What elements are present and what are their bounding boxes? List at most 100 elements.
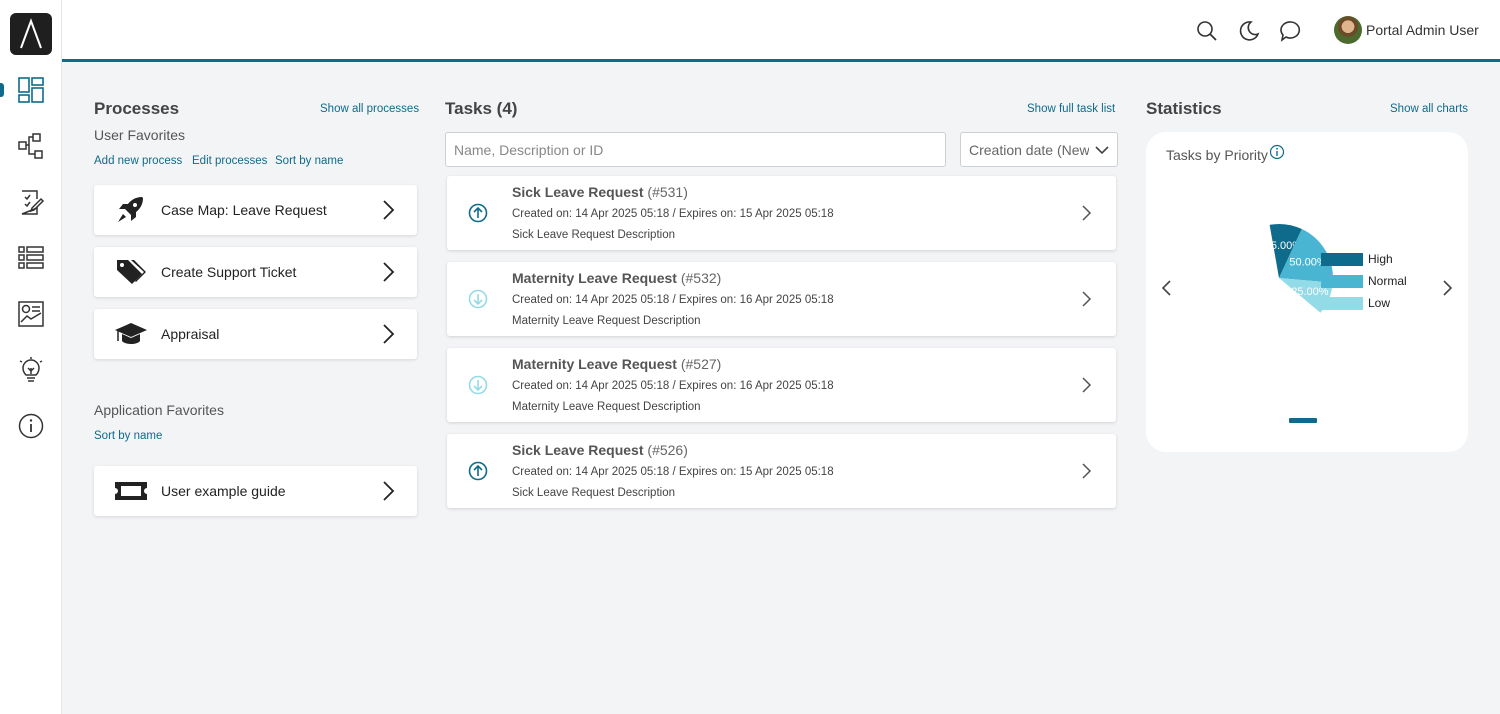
ticket-icon [115,482,147,500]
legend-label: Low [1368,296,1391,310]
priority-high-icon [468,461,488,481]
task-title: Sick Leave Request [512,442,644,458]
moon-icon [1239,21,1260,41]
task-description: Maternity Leave Request Description [512,315,701,327]
task-id: (#527) [680,356,722,372]
task-dates: Created on: 14 Apr 2025 05:18 / Expires … [512,208,834,220]
process-card-support-ticket[interactable]: Create Support Ticket [94,247,417,297]
lightbulb-icon [19,357,43,382]
search-button[interactable] [1195,19,1219,43]
task-description: Maternity Leave Request Description [512,401,701,413]
add-new-process-link[interactable]: Add new process [94,155,182,167]
task-sort-select[interactable]: Creation date (Newest first) [960,132,1118,167]
legend-swatch [1321,252,1363,266]
cases-icon [18,246,44,269]
user-menu[interactable]: Portal Admin User [1334,16,1479,44]
chevron-right-icon [1082,205,1092,221]
legend-swatch [1321,296,1363,310]
task-name: Maternity Leave Request (#532) [512,270,721,286]
edit-processes-link[interactable]: Edit processes [192,155,267,167]
task-card[interactable]: Maternity Leave Request (#532) Created on… [447,262,1116,336]
priority-low-icon [468,289,488,309]
chevron-right-icon [383,481,395,501]
chat-button[interactable] [1279,19,1303,43]
tags-icon [117,260,146,284]
application-favorites-heading: Application Favorites [94,402,224,418]
show-full-task-list-link[interactable]: Show full task list [1027,103,1115,115]
legend-label: High [1368,252,1393,266]
sidebar-item-about[interactable] [0,406,62,446]
user-name: Portal Admin User [1366,22,1479,38]
task-name: Sick Leave Request (#531) [512,184,688,200]
sidebar-item-processes[interactable] [0,126,62,166]
chevron-down-icon [1095,146,1109,155]
sidebar-item-ideas[interactable] [0,350,62,390]
dashboard-icon [18,77,44,103]
rocket-icon [118,197,143,222]
top-header: Portal Admin User [62,0,1500,62]
avatar [1334,16,1362,44]
chat-bubble-icon [1280,21,1301,42]
chevron-right-icon[interactable] [1440,278,1454,298]
app-sort-by-name-link[interactable]: Sort by name [94,430,162,442]
info-circle-icon [18,413,44,439]
process-card-appraisal[interactable]: Appraisal [94,309,417,359]
task-title: Sick Leave Request [512,184,644,200]
priority-low-icon [468,375,488,395]
sidebar-item-cases[interactable] [0,238,62,278]
graduation-cap-icon [115,323,147,344]
processes-icon [18,133,43,159]
chevron-right-icon [383,200,395,220]
task-dates: Created on: 14 Apr 2025 05:18 / Expires … [512,466,834,478]
task-card[interactable]: Maternity Leave Request (#527) Created on… [447,348,1116,422]
task-name: Maternity Leave Request (#527) [512,356,721,372]
pie-chart: 25.00%50.00%25.00% [1265,224,1333,313]
show-all-charts-link[interactable]: Show all charts [1390,103,1468,115]
search-icon [1197,21,1217,41]
statistics-icon [18,301,44,327]
show-all-processes-link[interactable]: Show all processes [320,103,419,115]
task-id: (#532) [680,270,722,286]
legend-swatch [1321,274,1363,288]
task-dates: Created on: 14 Apr 2025 05:18 / Expires … [512,294,834,306]
app-card-user-example-guide[interactable]: User example guide [94,466,417,516]
chevron-right-icon [1082,377,1092,393]
dark-mode-toggle[interactable] [1237,19,1261,43]
task-id: (#531) [647,184,688,200]
logo-icon [20,18,42,49]
sort-by-name-link[interactable]: Sort by name [275,155,343,167]
chevron-right-icon [1082,463,1092,479]
statistics-title: Statistics [1146,99,1222,118]
task-id: (#526) [647,442,688,458]
priority-high-icon [468,203,488,223]
chevron-right-icon [1082,291,1092,307]
process-label: Appraisal [161,326,220,342]
task-search-input[interactable] [445,132,946,167]
sidebar-item-tasks[interactable] [0,182,62,222]
chart-card: Tasks by Priority 25.00% 50.00% 25.00% Hig… [1146,132,1468,452]
tasks-title: Tasks (4) [445,99,518,118]
chevron-right-icon [383,324,395,344]
legend-item[interactable]: Normal [1321,274,1407,288]
task-card[interactable]: Sick Leave Request (#526) Created on: 14 … [447,434,1116,508]
legend-item[interactable]: High [1321,252,1393,266]
process-card-case-map[interactable]: Case Map: Leave Request [94,185,417,235]
process-label: Create Support Ticket [161,264,297,280]
sidebar [0,0,62,714]
app-label: User example guide [161,483,286,499]
carousel-indicator[interactable] [1289,418,1317,423]
task-card[interactable]: Sick Leave Request (#531) Created on: 14 … [447,176,1116,250]
task-description: Sick Leave Request Description [512,229,675,241]
tasks-icon [21,190,45,215]
task-title: Maternity Leave Request [512,270,677,286]
sidebar-item-dashboard[interactable] [0,70,62,110]
portal-logo[interactable] [10,13,52,55]
chevron-left-icon[interactable] [1160,278,1174,298]
chevron-right-icon [383,262,395,282]
processes-title: Processes [94,99,180,118]
legend-item[interactable]: Low [1321,296,1390,310]
task-name: Sick Leave Request (#526) [512,442,688,458]
sort-select-value: Creation date (Newest first) [969,142,1089,158]
sidebar-item-statistics[interactable] [0,294,62,334]
task-dates: Created on: 14 Apr 2025 05:18 / Expires … [512,380,834,392]
